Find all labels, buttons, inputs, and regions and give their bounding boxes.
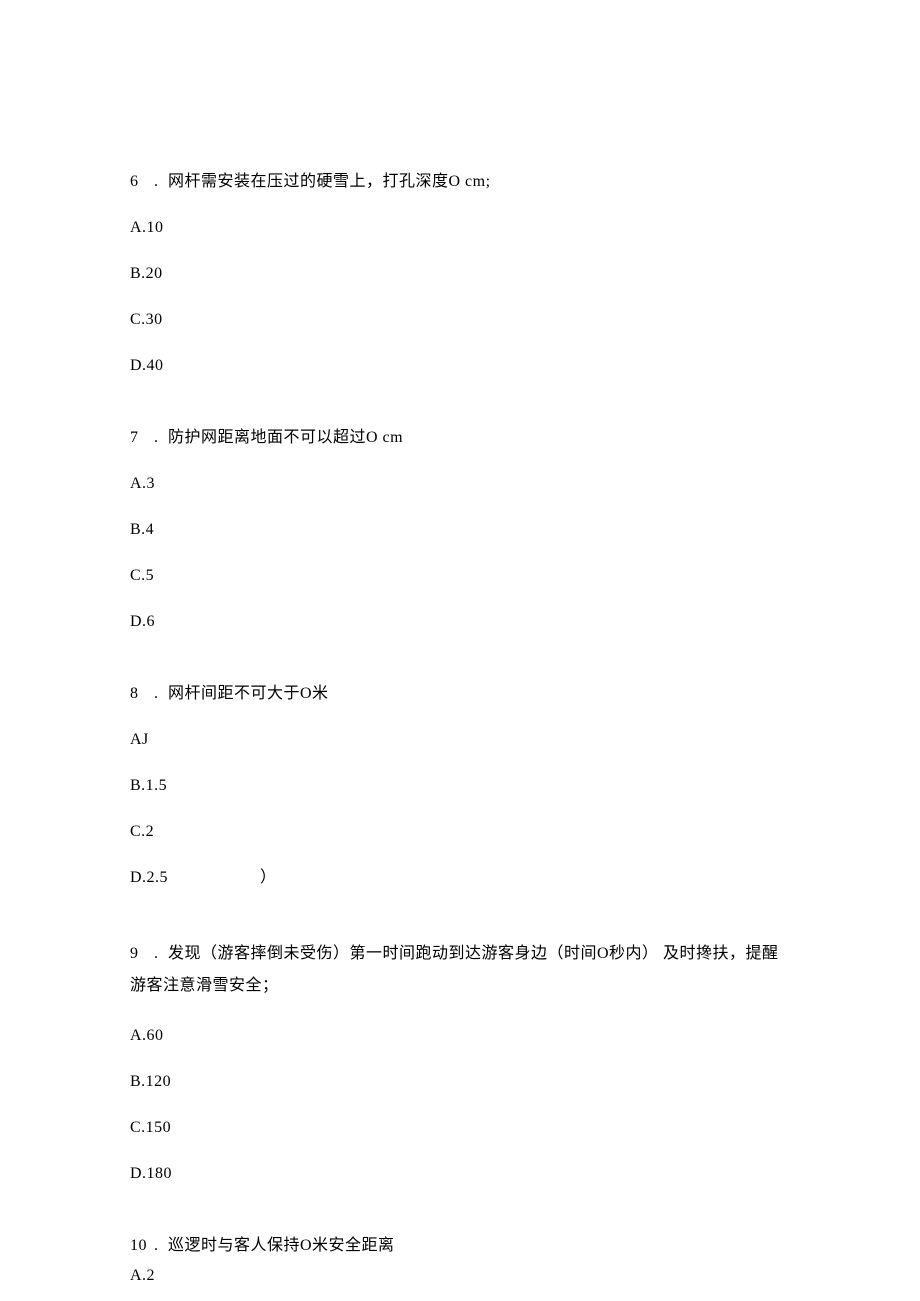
- option-a: A.10: [130, 216, 790, 240]
- document-page: 6. 网杆需安装在压过的硬雪上，打孔深度O cm; A.10 B.20 C.30…: [0, 0, 920, 1288]
- option-a: AJ: [130, 728, 790, 752]
- question-number: 7: [130, 426, 154, 450]
- option-a: A.2: [130, 1264, 790, 1288]
- question-body: 发现（游客摔倒未受伤）第一时间跑动到达游客身边（时间O秒内） 及时搀扶，提醒游客…: [130, 945, 779, 994]
- option-c: C.5: [130, 564, 790, 588]
- question-9: 9. 发现（游客摔倒未受伤）第一时间跑动到达游客身边（时间O秒内） 及时搀扶，提…: [130, 938, 790, 1186]
- question-text: 8. 网杆间距不可大于O米: [130, 682, 790, 706]
- option-b: B.4: [130, 518, 790, 542]
- question-8: 8. 网杆间距不可大于O米 AJ B.1.5 C.2 D.2.5 ）: [130, 682, 790, 890]
- question-text: 10.巡逻时与客人保持O米安全距离: [130, 1234, 790, 1258]
- question-text: 9. 发现（游客摔倒未受伤）第一时间跑动到达游客身边（时间O秒内） 及时搀扶，提…: [130, 938, 790, 1002]
- option-a: A.60: [130, 1024, 790, 1048]
- option-d-text: D.2.5: [130, 869, 168, 886]
- question-sep: .: [154, 1234, 168, 1258]
- option-c: C.30: [130, 308, 790, 332]
- option-c: C.150: [130, 1116, 790, 1140]
- question-body: 网杆间距不可大于O米: [168, 685, 329, 702]
- question-text: 6. 网杆需安装在压过的硬雪上，打孔深度O cm;: [130, 170, 790, 194]
- question-number: 10: [130, 1234, 154, 1258]
- question-body: 巡逻时与客人保持O米安全距离: [168, 1237, 395, 1254]
- option-d: D.6: [130, 610, 790, 634]
- question-10: 10.巡逻时与客人保持O米安全距离 A.2: [130, 1234, 790, 1288]
- question-6: 6. 网杆需安装在压过的硬雪上，打孔深度O cm; A.10 B.20 C.30…: [130, 170, 790, 378]
- question-number: 9: [130, 938, 154, 970]
- question-sep: .: [154, 682, 168, 706]
- question-body: 防护网距离地面不可以超过O cm: [168, 429, 403, 446]
- option-b: B.120: [130, 1070, 790, 1094]
- question-sep: .: [154, 938, 168, 970]
- question-7: 7.防护网距离地面不可以超过O cm A.3 B.4 C.5 D.6: [130, 426, 790, 634]
- question-sep: .: [154, 426, 168, 450]
- option-b: B.1.5: [130, 774, 790, 798]
- paren-mark: ）: [260, 866, 277, 890]
- option-c: C.2: [130, 820, 790, 844]
- option-a: A.3: [130, 472, 790, 496]
- question-body: 网杆需安装在压过的硬雪上，打孔深度O cm;: [168, 173, 491, 190]
- question-text: 7.防护网距离地面不可以超过O cm: [130, 426, 790, 450]
- question-sep: .: [154, 170, 168, 194]
- option-d: D.180: [130, 1162, 790, 1186]
- option-d: D.40: [130, 354, 790, 378]
- question-number: 8: [130, 682, 154, 706]
- option-d: D.2.5 ）: [130, 866, 790, 890]
- option-b: B.20: [130, 262, 790, 286]
- question-number: 6: [130, 170, 154, 194]
